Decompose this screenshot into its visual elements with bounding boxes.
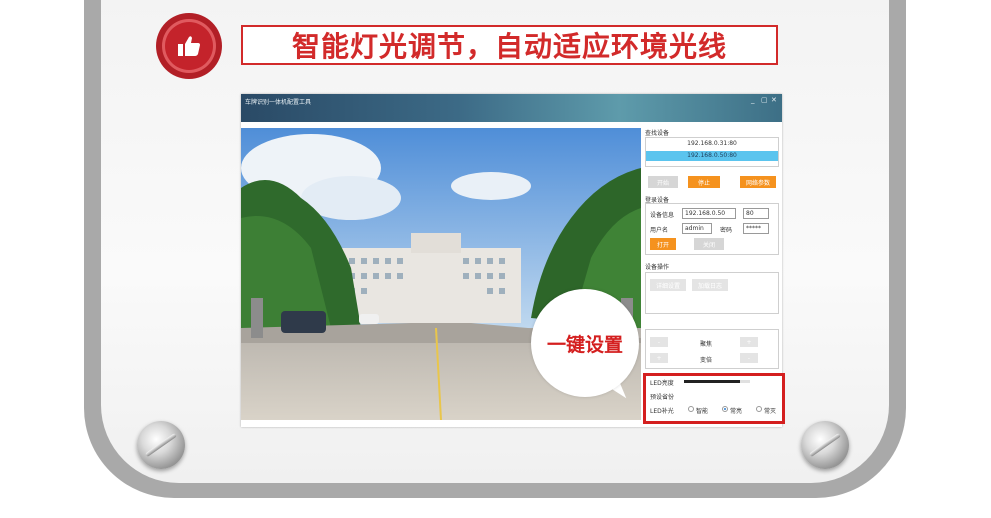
password-label: 密码 (720, 227, 733, 234)
device-list: 192.168.0.31:80 192.168.0.50:80 (645, 137, 779, 167)
device-info-label: 设备信息 (650, 212, 675, 219)
window-titlebar: 车牌识别一体机配置工具 _ ▢ ✕ (241, 94, 782, 122)
password-input[interactable]: ***** (743, 223, 769, 234)
find-device-section-label: 查找设备 (645, 130, 670, 137)
thumbs-up-icon (162, 19, 216, 73)
zoom-plus-button[interactable]: + (650, 353, 668, 363)
ip-input[interactable]: 192.168.0.50 (682, 208, 736, 219)
screw-right-icon (801, 421, 849, 469)
minimize-icon[interactable]: _ (751, 96, 755, 104)
device-ops-section-label: 设备操作 (645, 264, 670, 271)
zoom-minus-button[interactable]: - (740, 353, 758, 363)
device-list-item-selected[interactable]: 192.168.0.50:80 (646, 151, 778, 161)
detail-settings-button[interactable]: 详细设置 (650, 279, 686, 291)
maximize-icon[interactable]: ▢ (761, 96, 768, 104)
focus-plus-button[interactable]: + (740, 337, 758, 347)
led-highlight-box (643, 373, 785, 424)
close-icon[interactable]: ✕ (771, 96, 777, 104)
stop-button[interactable]: 停止 (688, 176, 720, 188)
open-button[interactable]: 打开 (650, 238, 676, 250)
zoom-label: 变倍 (700, 357, 713, 364)
username-input[interactable]: admin (682, 223, 712, 234)
start-button[interactable]: 开始 (648, 176, 678, 188)
device-list-item[interactable]: 192.168.0.31:80 (646, 140, 778, 147)
screw-left-icon (137, 421, 185, 469)
callout-text: 一键设置 (546, 334, 623, 356)
window-title: 车牌识别一体机配置工具 (245, 99, 312, 106)
focus-minus-button[interactable]: - (650, 337, 668, 347)
port-input[interactable]: 80 (743, 208, 769, 219)
page-title: 智能灯光调节，自动适应环境光线 (241, 25, 778, 65)
network-params-button[interactable]: 网络参数 (740, 176, 776, 188)
username-label: 用户名 (650, 227, 669, 234)
close-button[interactable]: 关闭 (694, 238, 724, 250)
load-log-button[interactable]: 加载日志 (692, 279, 728, 291)
focus-label: 聚焦 (700, 341, 713, 348)
